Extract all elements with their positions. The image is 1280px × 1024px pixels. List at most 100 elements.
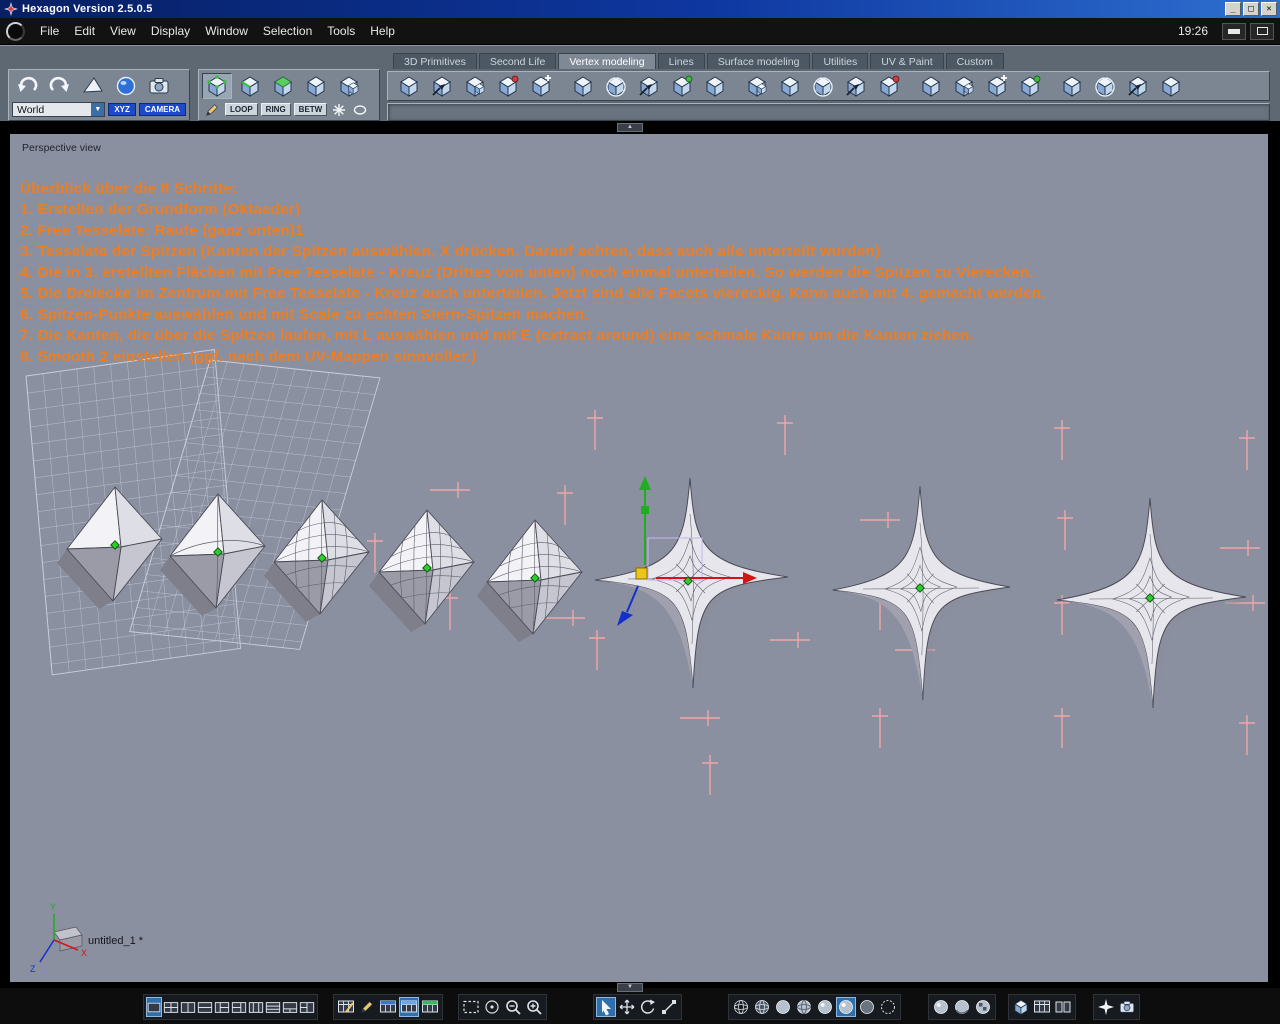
shading-flat-icon[interactable]: [773, 997, 793, 1017]
menu-edit[interactable]: Edit: [67, 21, 102, 41]
vertex-tool-icon-09[interactable]: [667, 73, 697, 99]
snap-grid-icon[interactable]: [336, 997, 356, 1017]
object-panels-icon[interactable]: [1053, 997, 1073, 1017]
undo-button[interactable]: [12, 73, 42, 99]
zoom-out-icon[interactable]: [503, 997, 523, 1017]
marquee-zoom-icon[interactable]: [461, 997, 481, 1017]
render-sphere-icon-2[interactable]: [952, 997, 972, 1017]
menu-selection[interactable]: Selection: [256, 21, 319, 41]
grid-table-icon-3[interactable]: [420, 997, 440, 1017]
select-edges-button[interactable]: [235, 73, 265, 99]
vertex-tool-icon-08[interactable]: [634, 73, 664, 99]
pen-icon[interactable]: [357, 997, 377, 1017]
doc-restore-button[interactable]: [1250, 22, 1274, 40]
layout-two-rows-icon[interactable]: [197, 997, 213, 1017]
vertex-tool-icon-07[interactable]: [601, 73, 631, 99]
grid-table-icon-1[interactable]: [378, 997, 398, 1017]
layout-three-rows-icon[interactable]: [265, 997, 281, 1017]
tab-second-life[interactable]: Second Life: [478, 53, 557, 69]
layout-single-icon[interactable]: [146, 997, 162, 1017]
vertex-tool-icon-04[interactable]: [493, 73, 523, 99]
snapshot-camera-button[interactable]: [144, 73, 174, 99]
menu-display[interactable]: Display: [144, 21, 197, 41]
xyz-button[interactable]: XYZ: [108, 103, 136, 116]
model-star-3[interactable]: [1056, 497, 1254, 713]
close-button[interactable]: ✕: [1261, 2, 1277, 16]
select-object-button[interactable]: [301, 73, 331, 99]
perspective-viewport[interactable]: Perspective view Y X Z Überblick über di…: [10, 134, 1268, 982]
viewport-collapse-handle-bottom[interactable]: ▼: [617, 983, 643, 992]
asterisk-tool-button[interactable]: [330, 102, 348, 118]
viewport-collapse-handle-top[interactable]: ▲: [617, 123, 643, 132]
pen-tool-button[interactable]: [202, 102, 222, 118]
vertex-tool-icon-02[interactable]: [427, 73, 457, 99]
vertex-tool-icon-16[interactable]: [916, 73, 946, 99]
zo om-in-icon[interactable]: [524, 997, 544, 1017]
rotate-tool-icon[interactable]: [638, 997, 658, 1017]
circle-tool-button[interactable]: [351, 102, 369, 118]
menu-window[interactable]: Window: [198, 21, 255, 41]
vertex-tool-icon-06[interactable]: [568, 73, 598, 99]
maximize-button[interactable]: □: [1243, 2, 1259, 16]
render-sphere-icon-1[interactable]: [931, 997, 951, 1017]
tab-custom[interactable]: Custom: [945, 53, 1004, 69]
vertex-tool-icon-19[interactable]: [1015, 73, 1045, 99]
between-select-button[interactable]: BETW: [293, 103, 328, 116]
vertex-tool-icon-18[interactable]: [982, 73, 1012, 99]
vertex-tool-icon-10[interactable]: [700, 73, 730, 99]
shading-dark-icon[interactable]: [857, 997, 877, 1017]
object-cube-icon[interactable]: [1011, 997, 1031, 1017]
scale-tool-icon[interactable]: [659, 997, 679, 1017]
menu-view[interactable]: View: [103, 21, 143, 41]
redo-button[interactable]: [45, 73, 75, 99]
vertex-tool-icon-20[interactable]: [1057, 73, 1087, 99]
menu-help[interactable]: Help: [363, 21, 402, 41]
layout-three-columns-icon[interactable]: [248, 997, 264, 1017]
layout-quad-icon[interactable]: [163, 997, 179, 1017]
tab-surface-modeling[interactable]: Surface modeling: [706, 53, 811, 69]
shading-flat-wire-icon[interactable]: [794, 997, 814, 1017]
move-tool-icon[interactable]: [617, 997, 637, 1017]
menu-tools[interactable]: Tools: [320, 21, 362, 41]
vertex-tool-icon-12[interactable]: [775, 73, 805, 99]
model-octahedron-4[interactable]: [368, 509, 475, 633]
camera-icon[interactable]: [1117, 997, 1137, 1017]
vertex-tool-icon-13[interactable]: [808, 73, 838, 99]
titlebar[interactable]: Hexagon Version 2.5.0.5 _ □ ✕: [0, 0, 1280, 18]
loop-select-button[interactable]: LOOP: [225, 103, 258, 116]
tab-vertex-modeling[interactable]: Vertex modeling: [558, 53, 656, 69]
doc-minimize-button[interactable]: [1222, 22, 1246, 40]
model-star-2[interactable]: [832, 485, 1018, 705]
vertex-tool-icon-03[interactable]: [460, 73, 490, 99]
grid-table-icon-2[interactable]: [399, 997, 419, 1017]
shading-wireframe-icon[interactable]: [731, 997, 751, 1017]
layout-left-split-icon[interactable]: [214, 997, 230, 1017]
vertex-tool-icon-15[interactable]: [874, 73, 904, 99]
shading-smooth-selected-icon[interactable]: [836, 997, 856, 1017]
shading-transparent-icon[interactable]: [878, 997, 898, 1017]
vertex-tool-icon-17[interactable]: [949, 73, 979, 99]
render-sphere-icon-3[interactable]: [973, 997, 993, 1017]
layout-right-split-icon[interactable]: [231, 997, 247, 1017]
vertex-tool-icon-11[interactable]: [742, 73, 772, 99]
select-multi-button[interactable]: [334, 73, 364, 99]
layout-top-split-icon[interactable]: [299, 997, 315, 1017]
vertex-tool-icon-22[interactable]: [1123, 73, 1153, 99]
layout-two-columns-icon[interactable]: [180, 997, 196, 1017]
center-view-icon[interactable]: [482, 997, 502, 1017]
world-space-select[interactable]: World ▼: [12, 102, 106, 117]
select-faces-button[interactable]: [268, 73, 298, 99]
tab-lines[interactable]: Lines: [657, 53, 705, 69]
render-sphere-button[interactable]: [111, 73, 141, 99]
vertex-tool-icon-05[interactable]: [526, 73, 556, 99]
shading-smooth-icon[interactable]: [815, 997, 835, 1017]
select-tool-icon[interactable]: [596, 997, 616, 1017]
menu-file[interactable]: File: [33, 21, 66, 41]
layout-bottom-split-icon[interactable]: [282, 997, 298, 1017]
chevron-down-icon[interactable]: ▼: [91, 103, 105, 116]
wedge-tool-button[interactable]: [78, 73, 108, 99]
tab-utilities[interactable]: Utilities: [812, 53, 869, 69]
ring-select-button[interactable]: RING: [260, 103, 291, 116]
vertex-tool-icon-23[interactable]: [1156, 73, 1186, 99]
light-icon[interactable]: [1096, 997, 1116, 1017]
